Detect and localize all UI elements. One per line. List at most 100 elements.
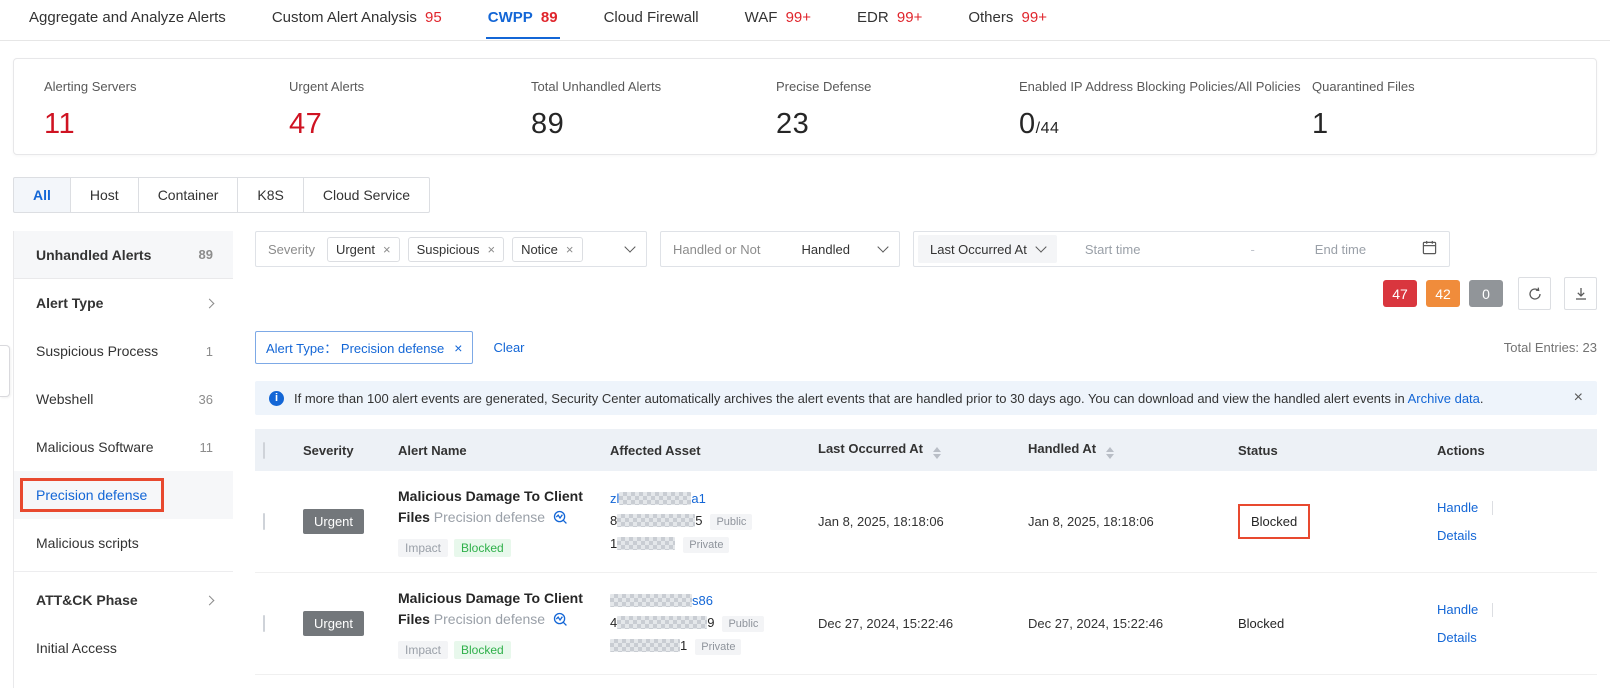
alerts-table: Severity Alert Name Affected Asset Last …: [255, 429, 1597, 675]
details-link[interactable]: Details: [1437, 630, 1477, 645]
calendar-icon[interactable]: [1422, 240, 1437, 258]
row-checkbox[interactable]: [263, 615, 265, 632]
tab-custom-alert-analysis[interactable]: Custom Alert Analysis 95: [270, 0, 444, 37]
sidebar-item-execution[interactable]: Execution: [14, 672, 233, 688]
handle-link[interactable]: Handle: [1437, 602, 1478, 617]
stat-label: Urgent Alerts: [289, 79, 365, 94]
chevron-down-icon[interactable]: [624, 241, 636, 253]
tab-others[interactable]: Others 99+: [966, 0, 1049, 37]
tab-cwpp[interactable]: CWPP 89: [485, 0, 560, 39]
sidebar-group-alert-type[interactable]: Alert Type: [14, 279, 233, 327]
sidebar-group-attck-phase[interactable]: ATT&CK Phase: [14, 576, 233, 624]
stat-value: 23: [776, 108, 810, 140]
tab-waf[interactable]: WAF 99+: [743, 0, 813, 37]
severity-tag-suspicious: Suspicious ×: [407, 236, 505, 262]
sidebar-item-unhandled-alerts[interactable]: Unhandled Alerts 89: [14, 231, 233, 279]
stat-total-unhandled: Total Unhandled Alerts 89: [531, 79, 776, 154]
sort-icon[interactable]: [932, 447, 941, 459]
banner-text: If more than 100 alert events are genera…: [294, 391, 1484, 406]
sidebar-item-webshell[interactable]: Webshell 36: [14, 375, 233, 423]
details-link[interactable]: Details: [1437, 528, 1477, 543]
sidebar-divider: [14, 571, 233, 572]
sidebar-group-label: Alert Type: [36, 295, 104, 311]
redacted-text: [610, 638, 680, 652]
sort-icon[interactable]: [1105, 447, 1114, 459]
security-alerts-page: Aggregate and Analyze Alerts Custom Aler…: [0, 0, 1610, 688]
remove-tag-icon[interactable]: ×: [487, 242, 495, 257]
status-value-highlighted: Blocked: [1238, 504, 1311, 539]
sidebar-item-initial-access[interactable]: Initial Access: [14, 624, 233, 672]
stat-value: 89: [531, 108, 565, 140]
tab-label: WAF: [744, 9, 778, 26]
action-separator: [1492, 602, 1494, 617]
severity-tag-label: Notice: [521, 241, 558, 257]
severity-tag-label: Suspicious: [416, 241, 480, 257]
alert-type-filter-label: Alert Type： Precision defense: [266, 341, 445, 356]
last-occurred-at: Dec 27, 2024, 15:22:46: [818, 616, 954, 631]
tab-aggregate-analyze[interactable]: Aggregate and Analyze Alerts: [27, 0, 228, 37]
download-button[interactable]: [1564, 277, 1597, 310]
analysis-icon[interactable]: [553, 612, 568, 630]
end-time-input[interactable]: End time: [1315, 242, 1366, 257]
top-nav: Aggregate and Analyze Alerts Custom Aler…: [0, 0, 1610, 41]
severity-badge: Urgent: [303, 611, 365, 636]
stats-card: Alerting Servers 11 Urgent Alerts 47 Tot…: [13, 58, 1597, 155]
scope-tab-cloud-service[interactable]: Cloud Service: [302, 177, 431, 213]
stat-value: 0/44: [1019, 108, 1302, 141]
stat-value: 11: [44, 108, 76, 140]
notice-count-badge[interactable]: 0: [1469, 280, 1503, 307]
date-range-filter[interactable]: Last Occurred At Start time - End time: [913, 231, 1450, 267]
table-row: Urgent Malicious Damage To Client Files …: [255, 471, 1597, 573]
urgent-count-badge[interactable]: 47: [1383, 280, 1417, 307]
stat-alerting-servers: Alerting Servers 11: [44, 79, 289, 154]
active-filter-row: Alert Type： Precision defense × Clear To…: [255, 331, 1597, 364]
tab-label: Aggregate and Analyze Alerts: [29, 9, 226, 26]
tab-count: 99+: [1021, 9, 1047, 26]
asset-link[interactable]: s86: [610, 593, 713, 608]
tab-cloud-firewall[interactable]: Cloud Firewall: [602, 0, 701, 37]
remove-tag-icon[interactable]: ×: [566, 242, 574, 257]
sidebar-item-precision-defense[interactable]: Precision defense: [14, 471, 233, 519]
banner-close-icon[interactable]: ×: [1574, 389, 1583, 407]
sidebar-item-label: Suspicious Process: [36, 343, 159, 359]
sidebar-item-suspicious-process[interactable]: Suspicious Process 1: [14, 327, 233, 375]
scope-tab-all[interactable]: All: [13, 177, 71, 213]
analysis-icon[interactable]: [553, 510, 568, 528]
clear-filters-link[interactable]: Clear: [493, 340, 524, 355]
archive-data-link[interactable]: Archive data: [1408, 391, 1480, 406]
sidebar-item-malicious-scripts[interactable]: Malicious scripts: [14, 519, 233, 567]
sidebar-item-malicious-software[interactable]: Malicious Software 11: [14, 423, 233, 471]
refresh-button[interactable]: [1518, 277, 1551, 310]
scope-tab-host[interactable]: Host: [69, 177, 139, 213]
severity-filter[interactable]: Severity Urgent × Suspicious × Notice ×: [255, 231, 647, 267]
affected-asset: s86 4 9 Public 1 Private: [602, 590, 810, 658]
row-checkbox[interactable]: [263, 513, 265, 530]
scope-tab-k8s[interactable]: K8S: [237, 177, 304, 213]
scope-tab-container[interactable]: Container: [137, 177, 239, 213]
tab-label: Custom Alert Analysis: [271, 9, 417, 26]
total-entries-label: Total Entries: 23: [1503, 340, 1597, 355]
handle-link[interactable]: Handle: [1437, 500, 1478, 515]
chevron-down-icon[interactable]: [877, 241, 889, 253]
handled-filter[interactable]: Handled or Not Handled: [660, 231, 900, 267]
date-field-select[interactable]: Last Occurred At: [918, 235, 1057, 263]
asset-link[interactable]: zl a1: [610, 491, 706, 506]
asset-text: 8: [610, 512, 618, 528]
stat-label: Alerting Servers: [44, 79, 137, 94]
alert-tags: Impact Blocked: [398, 641, 602, 659]
remove-tag-icon[interactable]: ×: [383, 242, 391, 257]
redacted-text: [619, 491, 692, 505]
sidebar-collapse-handle[interactable]: [0, 345, 10, 397]
suspicious-count-badge[interactable]: 42: [1426, 280, 1460, 307]
asset-text: a1: [691, 490, 706, 506]
tab-edr[interactable]: EDR 99+: [855, 0, 924, 37]
stat-label: Precise Defense: [776, 79, 872, 94]
stat-label: Total Unhandled Alerts: [531, 79, 662, 94]
start-time-input[interactable]: Start time: [1085, 242, 1141, 257]
remove-filter-icon[interactable]: ×: [454, 340, 462, 356]
severity-tag-label: Urgent: [335, 241, 375, 257]
select-all-checkbox[interactable]: [263, 441, 265, 459]
date-field-value: Last Occurred At: [930, 241, 1027, 257]
header-severity: Severity: [303, 442, 354, 458]
asset-text: s86: [692, 592, 713, 608]
